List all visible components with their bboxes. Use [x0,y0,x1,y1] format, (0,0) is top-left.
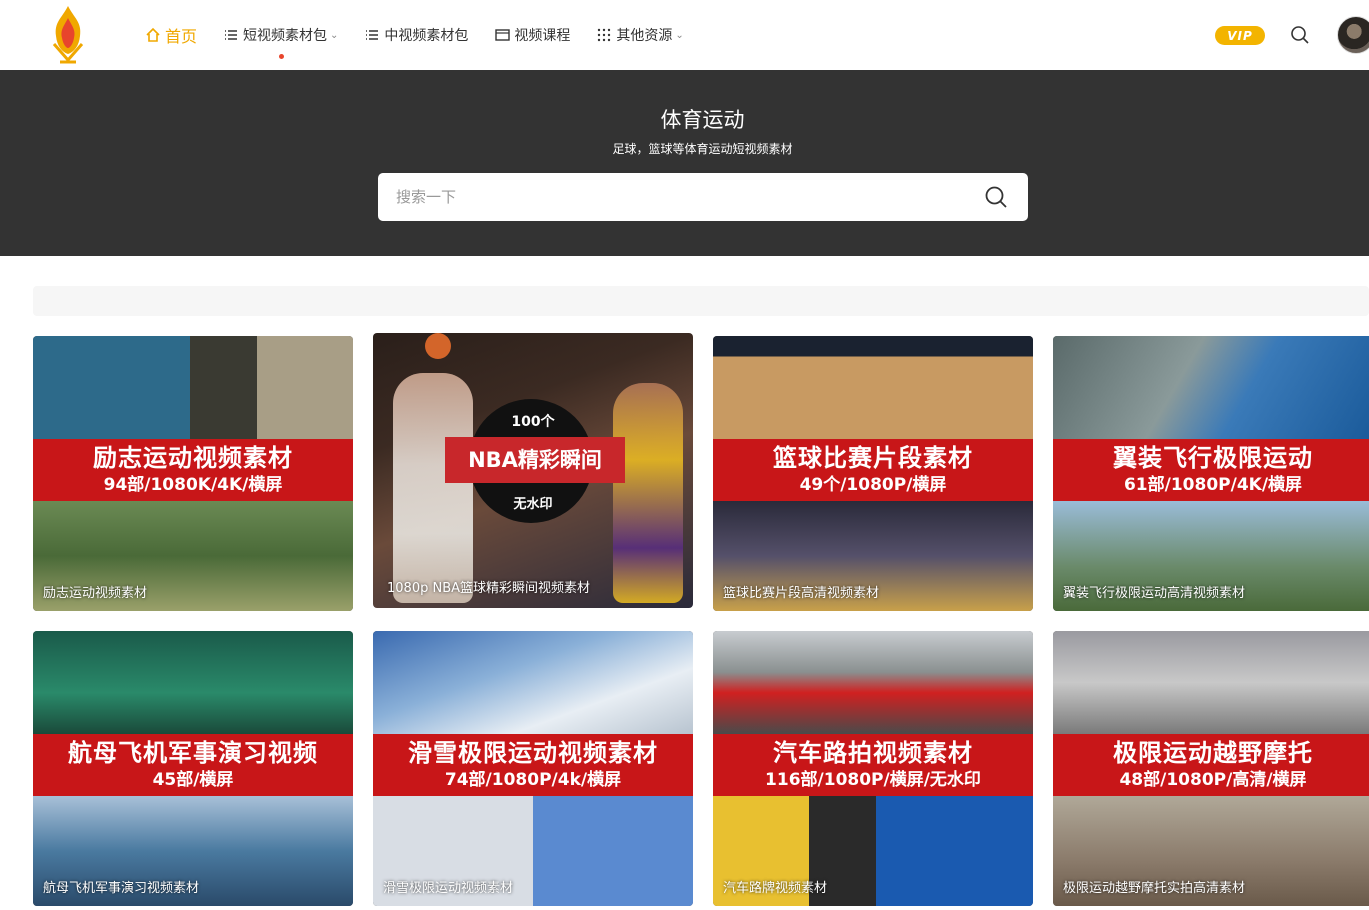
video-card[interactable]: 翼装飞行极限运动 61部/1080P/4K/横屏 翼装飞行极限运动高清视频素材 [1053,336,1369,611]
search-icon[interactable] [1290,25,1310,45]
card-caption: 翼装飞行极限运动高清视频素材 [1063,586,1246,601]
card-title: 汽车路拍视频素材 [773,739,973,767]
card-caption: 1080p NBA篮球精彩瞬间视频素材 [387,581,591,596]
search-box [378,173,1028,221]
chevron-down-icon: ⌄ [330,29,339,41]
card-title-band: 滑雪极限运动视频素材 74部/1080P/4k/横屏 [373,734,693,796]
user-avatar[interactable] [1337,16,1369,54]
nav-item-label: 其他资源 [616,28,673,44]
card-title-band: 航母飞机军事演习视频 45部/横屏 [33,734,353,796]
card-subtitle: 48部/1080P/高清/横屏 [1119,770,1307,790]
card-thumbnail [1053,631,1369,734]
video-card[interactable]: 极限运动越野摩托 48部/1080P/高清/横屏 极限运动越野摩托实拍高清素材 [1053,631,1369,906]
vip-badge[interactable]: VIP [1215,26,1265,45]
nav-item-label: 中视频素材包 [384,28,469,44]
home-icon [145,27,161,43]
card-caption: 航母飞机军事演习视频素材 [43,881,200,896]
nav-item-courses[interactable]: 视频课程 [494,0,570,70]
card-title: 滑雪极限运动视频素材 [408,739,658,767]
card-thumbnail [33,631,353,734]
search-input[interactable] [396,173,956,221]
card-subtitle: 116部/1080P/横屏/无水印 [765,770,981,790]
card-title: 翼装飞行极限运动 [1113,444,1313,472]
card-caption: 励志运动视频素材 [43,586,148,601]
nav-item-home[interactable]: 首页 [145,0,197,70]
card-title: 篮球比赛片段素材 [773,444,973,472]
card-caption: 滑雪极限运动视频素材 [383,881,514,896]
card-title: NBA精彩瞬间 [445,437,625,483]
video-card[interactable]: 100个 NBA精彩瞬间 无水印 1080p NBA篮球精彩瞬间视频素材 [373,333,693,608]
grid-icon [596,27,612,43]
card-caption: 汽车路牌视频素材 [723,881,828,896]
card-thumbnail [33,336,353,439]
site-logo[interactable] [48,4,88,66]
list-icon [364,27,380,43]
chevron-down-icon: ⌄ [675,29,684,41]
page-title: 体育运动 [660,108,745,132]
nav-item-label: 短视频素材包 [243,28,328,44]
nav-item-label: 视频课程 [514,28,571,44]
category-banner: 体育运动 足球，篮球等体育运动短视频素材 [0,70,1369,256]
page-subtitle: 足球，篮球等体育运动短视频素材 [612,142,793,156]
card-subtitle: 49个/1080P/横屏 [799,475,947,495]
card-subtitle: 61部/1080P/4K/横屏 [1123,475,1303,495]
card-title-band: 极限运动越野摩托 48部/1080P/高清/横屏 [1053,734,1369,796]
main-nav: 首页 短视频素材包 ⌄ 中视频素材包 视频课程 其他资源 ⌄ [145,0,710,70]
nav-item-other[interactable]: 其他资源 ⌄ [596,0,684,70]
card-title-band: 汽车路拍视频素材 116部/1080P/横屏/无水印 [713,734,1033,796]
card-subtitle: 45部/横屏 [152,770,234,790]
nav-item-mid-video[interactable]: 中视频素材包 [364,0,468,70]
video-card[interactable]: 励志运动视频素材 94部/1080K/4K/横屏 励志运动视频素材 [33,336,353,611]
video-card[interactable]: 航母飞机军事演习视频 45部/横屏 航母飞机军事演习视频素材 [33,631,353,906]
card-thumbnail [1053,336,1369,439]
card-title: 极限运动越野摩托 [1113,739,1313,767]
card-title-band: 励志运动视频素材 94部/1080K/4K/横屏 [33,439,353,501]
video-card[interactable]: 篮球比赛片段素材 49个/1080P/横屏 篮球比赛片段高清视频素材 [713,336,1033,611]
card-watermark-label: 无水印 [513,497,553,512]
nav-active-dot [278,54,284,59]
video-card[interactable]: 滑雪极限运动视频素材 74部/1080P/4k/横屏 滑雪极限运动视频素材 [373,631,693,906]
nav-item-label: 首页 [165,27,198,46]
list-icon [223,27,239,43]
screen-icon [494,27,510,43]
card-thumbnail [373,631,693,734]
card-caption: 篮球比赛片段高清视频素材 [723,586,880,601]
player-image [393,373,473,603]
card-title-band: 翼装飞行极限运动 61部/1080P/4K/横屏 [1053,439,1369,501]
card-subtitle: 94部/1080K/4K/横屏 [103,475,283,495]
card-thumbnail [713,631,1033,734]
card-caption: 极限运动越野摩托实拍高清素材 [1063,881,1246,896]
card-title-band: 篮球比赛片段素材 49个/1080P/横屏 [713,439,1033,501]
card-thumbnail [713,336,1033,439]
card-subtitle: 74部/1080P/4k/横屏 [444,770,622,790]
filter-bar [33,286,1369,316]
basketball-image [425,333,451,359]
card-title: 航母飞机军事演习视频 [68,739,318,767]
card-count: 100个 [511,414,555,430]
card-title: 励志运动视频素材 [93,444,293,472]
video-card[interactable]: 汽车路拍视频素材 116部/1080P/横屏/无水印 汽车路牌视频素材 [713,631,1033,906]
nav-item-short-video[interactable]: 短视频素材包 ⌄ [223,0,338,70]
search-icon[interactable] [984,185,1008,209]
site-header: 首页 短视频素材包 ⌄ 中视频素材包 视频课程 其他资源 ⌄ VIP [0,0,1369,70]
